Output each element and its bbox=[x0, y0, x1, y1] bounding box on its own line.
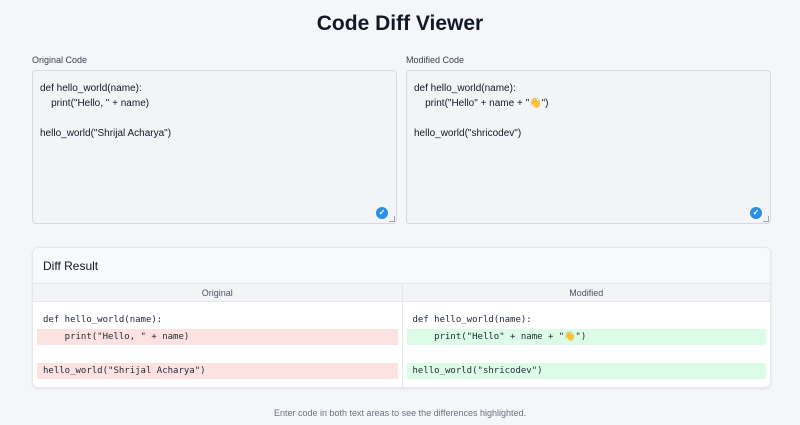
code-line: hello_world("Shrijal Acharya") bbox=[40, 128, 172, 139]
diff-line-added: print("Hello" + name + "👋") bbox=[406, 329, 766, 345]
code-line: print("Hello, " + name) bbox=[40, 98, 150, 109]
diff-modified-header: Modified bbox=[402, 284, 770, 302]
diff-line: def hello_world(name): bbox=[412, 315, 532, 325]
diff-result-title: Diff Result bbox=[33, 248, 770, 284]
footer-hint: Enter code in both text areas to see the… bbox=[274, 408, 526, 418]
code-line: print("Hello" + name + "👋") bbox=[414, 98, 549, 109]
diff-modified-column: Modified def hello_world(name): print("H… bbox=[401, 284, 770, 387]
diff-line-removed: hello_world("Shrijal Acharya") bbox=[37, 363, 398, 379]
diff-result-card: Diff Result Original def hello_world(nam… bbox=[32, 247, 771, 388]
check-circle-icon: ✓ bbox=[376, 207, 388, 219]
diff-line: def hello_world(name): bbox=[43, 315, 163, 325]
code-line: def hello_world(name): bbox=[40, 83, 142, 94]
resize-handle-icon[interactable] bbox=[389, 216, 395, 222]
modified-code-textarea[interactable]: def hello_world(name): print("Hello" + n… bbox=[406, 70, 771, 224]
diff-original-header: Original bbox=[33, 284, 402, 302]
original-code-label: Original Code bbox=[32, 55, 88, 65]
diff-original-column: Original def hello_world(name): print("H… bbox=[33, 284, 402, 387]
original-code-textarea[interactable]: def hello_world(name): print("Hello, " +… bbox=[32, 70, 397, 224]
resize-handle-icon[interactable] bbox=[763, 216, 769, 222]
diff-line-removed: print("Hello, " + name) bbox=[37, 329, 398, 345]
page-title: Code Diff Viewer bbox=[316, 12, 484, 35]
code-line: hello_world("shricodev") bbox=[414, 128, 522, 139]
diff-line bbox=[37, 346, 398, 362]
diff-line-added: hello_world("shricodev") bbox=[406, 363, 766, 379]
modified-code-label: Modified Code bbox=[406, 55, 465, 65]
diff-line bbox=[407, 346, 767, 362]
code-line: def hello_world(name): bbox=[414, 83, 516, 94]
check-circle-icon: ✓ bbox=[750, 207, 762, 219]
